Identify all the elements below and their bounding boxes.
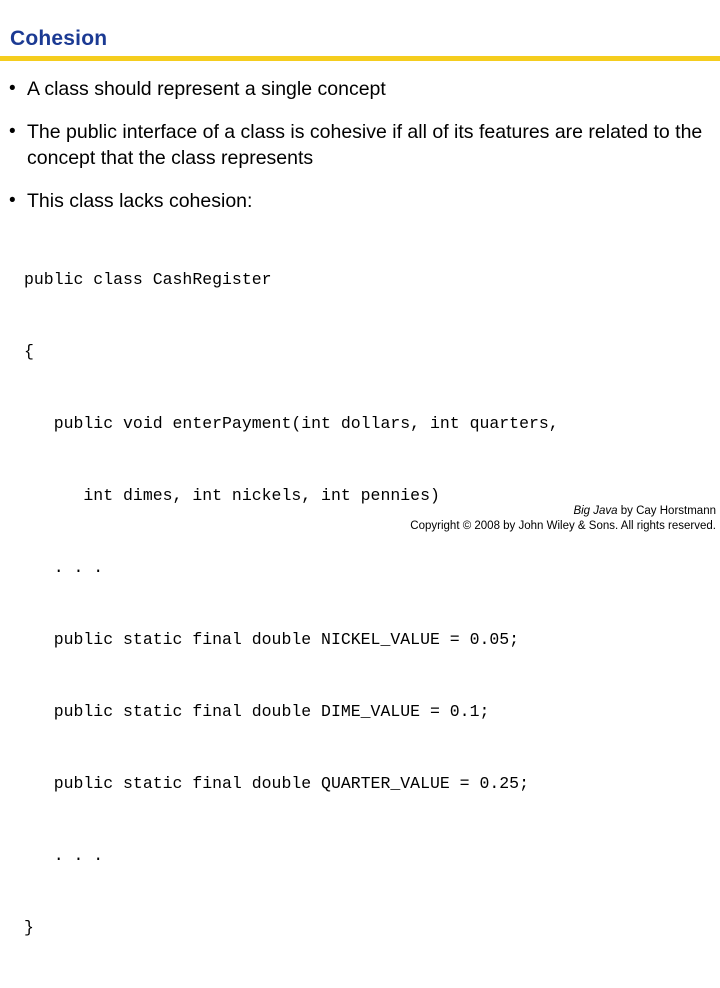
code-line: . . . (24, 846, 104, 865)
list-item: • A class should represent a single conc… (0, 76, 720, 102)
bullet-dot-icon: • (9, 121, 16, 142)
book-author: by Cay Horstmann (617, 505, 716, 517)
list-item: • The public interface of a class is coh… (0, 119, 720, 171)
list-item: • This class lacks cohesion: (0, 188, 720, 214)
code-line: public static final double DIME_VALUE = … (24, 702, 490, 721)
code-sample: public class CashRegister { public void … (24, 220, 714, 988)
code-line: . . . (24, 558, 104, 577)
list-item-label: This class lacks cohesion: (27, 190, 253, 212)
copyright-notice: Copyright © 2008 by John Wiley & Sons. A… (410, 520, 716, 532)
attribution: Big Java by Cay Horstmann (410, 504, 716, 519)
list-item-label: A class should represent a single concep… (27, 78, 386, 100)
code-line: } (24, 918, 34, 937)
slide: Cohesion • A class should represent a si… (0, 0, 720, 937)
page-title: Cohesion (10, 27, 108, 50)
code-line: public void enterPayment(int dollars, in… (24, 414, 559, 433)
code-line: public static final double NICKEL_VALUE … (24, 630, 520, 649)
bullet-dot-icon: • (9, 190, 16, 211)
slide-footer: Big Java by Cay Horstmann Copyright © 20… (410, 504, 716, 534)
code-line: public class CashRegister (24, 270, 272, 289)
list-item-label: The public interface of a class is cohes… (27, 121, 703, 169)
bullet-dot-icon: • (9, 78, 16, 99)
slide-header: Cohesion (0, 26, 720, 61)
code-line: { (24, 342, 34, 361)
title-divider (0, 56, 720, 61)
book-title: Big Java (573, 505, 618, 517)
code-line: public static final double QUARTER_VALUE… (24, 774, 529, 793)
bullet-list: • A class should represent a single conc… (0, 76, 720, 231)
